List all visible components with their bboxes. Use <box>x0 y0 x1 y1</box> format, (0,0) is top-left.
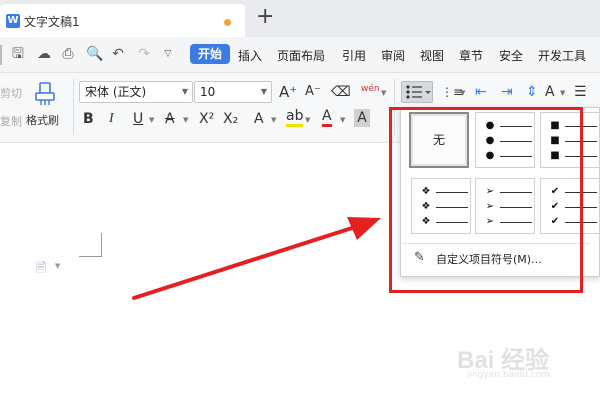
copy-label[interactable]: 复制 <box>0 113 22 129</box>
menu-tab-insert[interactable]: 插入 <box>238 47 262 64</box>
change-case-icon[interactable]: A <box>545 83 555 101</box>
chevron-down-icon[interactable]: ▼ <box>381 89 386 97</box>
format-painter-icon[interactable] <box>34 81 56 107</box>
menu-tab-developer[interactable]: 开发工具 <box>538 47 586 64</box>
bullet-list-icon <box>406 85 431 99</box>
chevron-down-icon[interactable]: ▼ <box>149 116 154 124</box>
format-painter-label[interactable]: 格式刷 <box>26 112 59 128</box>
chevron-down-icon[interactable]: ▼ <box>261 82 267 102</box>
increase-indent-icon[interactable]: ⇥ <box>501 83 513 101</box>
bullet-list-button[interactable] <box>401 81 433 103</box>
menu-tab-review[interactable]: 审阅 <box>381 47 405 64</box>
annotation-highlight-box <box>389 107 583 293</box>
subscript-icon[interactable]: X₂ <box>223 110 238 128</box>
chevron-down-icon[interactable]: ▼ <box>305 116 310 124</box>
font-name-combo[interactable]: 宋体 (正文) ▼ <box>79 81 193 103</box>
highlight-color-icon[interactable]: ab <box>286 109 304 127</box>
page-margin-corner-mark <box>79 233 102 257</box>
document-tab[interactable]: W 文字文稿1 <box>0 4 245 37</box>
font-size-value: 10 <box>200 85 216 99</box>
menu-tab-security[interactable]: 安全 <box>499 47 523 64</box>
italic-icon[interactable]: I <box>109 110 114 128</box>
save-icon[interactable]: 🖫 <box>10 46 26 62</box>
unsaved-indicator-dot <box>224 19 231 26</box>
print-preview-icon[interactable]: 🔍 <box>86 46 103 62</box>
font-color-icon[interactable]: A <box>322 109 332 127</box>
menu-bar: 🖫 ☁ ⎙ 🔍 ↶ ↷ ▽ 开始 插入 页面布局 引用 审阅 视图 章节 安全 … <box>0 37 600 73</box>
line-spacing-icon[interactable]: ⇕ <box>526 83 538 101</box>
baidu-jingyan-watermark: Bai 经验 jingyan.baidu.com <box>457 340 597 390</box>
decrease-indent-icon[interactable]: ⇤ <box>475 83 487 101</box>
menu-tab-view[interactable]: 视图 <box>420 47 444 64</box>
menu-separator <box>0 45 3 65</box>
menu-tab-chapter[interactable]: 章节 <box>459 47 483 64</box>
shrink-font-icon[interactable]: A⁻ <box>305 83 321 101</box>
watermark-url: jingyan.baidu.com <box>467 370 551 380</box>
chevron-down-icon[interactable]: ▼ <box>560 89 565 97</box>
menu-tab-home[interactable]: 开始 <box>190 44 230 64</box>
quick-access-more-icon[interactable]: ▽ <box>160 46 176 62</box>
chevron-down-icon[interactable]: ▼ <box>340 116 345 124</box>
phonetic-guide-icon[interactable]: wén <box>361 80 380 98</box>
title-bar: W 文字文稿1 + <box>0 0 600 37</box>
menu-tab-page-layout[interactable]: 页面布局 <box>277 47 325 64</box>
cut-label[interactable]: 剪切 <box>0 85 22 101</box>
superscript-icon[interactable]: X² <box>199 110 214 128</box>
chevron-down-icon[interactable]: ▼ <box>460 89 465 97</box>
underline-icon[interactable]: U <box>133 110 143 128</box>
grow-font-icon[interactable]: A⁺ <box>279 83 297 101</box>
paragraph-align-icon[interactable]: ☰ <box>574 83 587 101</box>
chevron-down-icon[interactable]: ▼ <box>271 116 276 124</box>
ribbon-separator <box>73 79 74 135</box>
redo-icon[interactable]: ↷ <box>136 46 152 62</box>
writer-doc-icon: W <box>6 14 20 28</box>
chevron-down-icon[interactable]: ▼ <box>182 82 188 102</box>
font-size-combo[interactable]: 10 ▼ <box>194 81 272 103</box>
text-effect-icon[interactable]: A <box>254 110 264 128</box>
strikethrough-icon[interactable]: A <box>165 110 175 128</box>
menu-tab-references[interactable]: 引用 <box>342 47 366 64</box>
chevron-down-icon[interactable]: ▼ <box>55 262 60 270</box>
cloud-sync-icon[interactable]: ☁ <box>36 46 52 62</box>
bold-icon[interactable]: B <box>83 110 94 128</box>
undo-icon[interactable]: ↶ <box>110 46 126 62</box>
print-icon[interactable]: ⎙ <box>60 46 76 62</box>
new-tab-button[interactable]: + <box>256 4 274 30</box>
chevron-down-icon[interactable]: ▼ <box>183 116 188 124</box>
document-title: 文字文稿1 <box>24 15 80 29</box>
clear-format-eraser-icon[interactable]: ⌫ <box>331 83 351 101</box>
character-shading-icon[interactable]: A <box>354 109 370 127</box>
paste-options-icon[interactable]: 🗎 <box>36 259 46 281</box>
font-name-value: 宋体 (正文) <box>85 85 147 99</box>
